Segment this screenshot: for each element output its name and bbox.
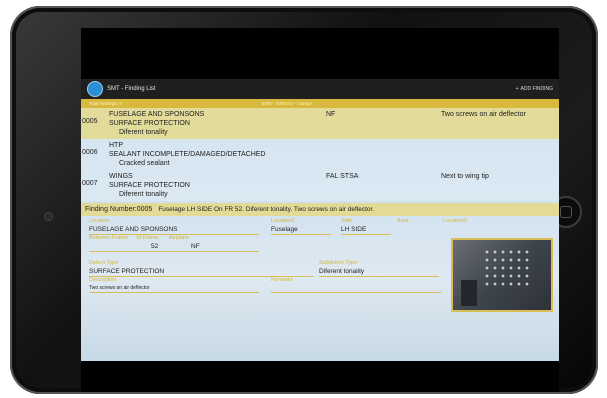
area-label: Area: [397, 218, 409, 224]
screen: SMT - Finding List + ADD FINDING Total F…: [81, 28, 559, 392]
side-field[interactable]: LH SIDE: [341, 226, 366, 233]
remarks-label: Remarks: [271, 277, 294, 283]
app-title: SMT - Finding List: [107, 86, 156, 92]
add-finding-label: ADD FINDING: [520, 86, 554, 92]
location2-field[interactable]: Fuselage: [271, 226, 298, 233]
finding-line3: Diferent tonality: [119, 129, 168, 136]
location2-underline: [271, 234, 331, 235]
subdefect-type-label: Subdefect Type: [319, 260, 358, 266]
finding-number: 0007: [82, 180, 98, 187]
finding-number: 0006: [82, 149, 98, 156]
description-field[interactable]: Two screws on air deflector: [89, 285, 150, 291]
app-window: SMT - Finding List + ADD FINDING Total F…: [81, 79, 559, 361]
finding-detail-bar: Finding Number:0005 Fuselage LH SIDE On …: [81, 203, 559, 216]
finding-photo[interactable]: [451, 238, 553, 312]
location3-label: Location3: [443, 218, 467, 224]
add-finding-button[interactable]: + ADD FINDING: [516, 86, 553, 92]
between-frame-label: Between Frame: [89, 235, 128, 241]
airplane-field[interactable]: NF: [191, 243, 200, 250]
finding-line2: SEALANT INCOMPLETE/DAMAGED/DETACHED: [109, 151, 266, 158]
finding-row[interactable]: 0005 FUSELAGE AND SPONSONS SURFACE PROTE…: [81, 108, 559, 139]
location-field[interactable]: FUSELAGE AND SPONSONS: [89, 226, 178, 233]
plus-icon: +: [515, 86, 519, 92]
location2-label: Location2: [271, 218, 295, 224]
title-bar: SMT - Finding List + ADD FINDING: [81, 79, 559, 99]
airplane-label: Airplane: [169, 235, 190, 241]
finding-summary: Fuselage LH SIDE On FR 52. Diferent tona…: [158, 206, 375, 213]
description-underline: [89, 292, 259, 293]
finding-line2: SURFACE PROTECTION: [109, 182, 190, 189]
finding-location: FAL STSA: [326, 173, 359, 180]
defect-type-field[interactable]: SURFACE PROTECTION: [89, 268, 164, 275]
location-label: Location: [89, 218, 110, 224]
frame-underline: [89, 251, 259, 252]
finding-row[interactable]: 0007 WINGS SURFACE PROTECTION Diferent t…: [81, 170, 559, 201]
list-header-info: 8000 - 20/01/14 - Garage: [261, 101, 313, 106]
finding-remarks: Next to wing tip: [441, 173, 489, 180]
finding-line3: Diferent tonality: [119, 191, 168, 198]
side-label: Side: [341, 218, 353, 224]
finding-line2: SURFACE PROTECTION: [109, 120, 190, 127]
finding-row[interactable]: 0006 HTP SEALANT INCOMPLETE/DAMAGED/DETA…: [81, 139, 559, 170]
remarks-underline: [271, 292, 441, 293]
finding-location: NF: [326, 111, 336, 118]
list-header-total: Total Findings: 8: [89, 101, 122, 106]
list-header: Total Findings: 8 8000 - 20/01/14 - Gara…: [81, 99, 559, 108]
subdefect-type-field[interactable]: Diferent tonality: [319, 268, 364, 275]
finding-number: 0005: [82, 118, 98, 125]
tablet-frame: SMT - Finding List + ADD FINDING Total F…: [10, 6, 598, 394]
st-frame-label: St Frame: [136, 235, 159, 241]
finding-line1: HTP: [109, 142, 123, 149]
finding-form: Location Location2 Side Area Location3 F…: [81, 216, 559, 312]
finding-line3: Cracked sealant: [119, 160, 170, 167]
description-label: Description: [89, 277, 117, 283]
photo-detail: [461, 280, 477, 306]
finding-number-label: Finding Number:0005: [85, 206, 153, 213]
side-underline: [341, 234, 391, 235]
between-frame-field[interactable]: 52: [151, 243, 158, 250]
screen-bottom: [81, 361, 559, 392]
app-logo-icon[interactable]: [87, 81, 103, 97]
camera-icon: [44, 212, 53, 221]
finding-remarks: Two screws on air deflector: [441, 111, 526, 118]
subdefect-underline: [319, 276, 439, 277]
rivets-image: [483, 248, 533, 288]
defect-type-label: Defect Type: [89, 260, 119, 266]
